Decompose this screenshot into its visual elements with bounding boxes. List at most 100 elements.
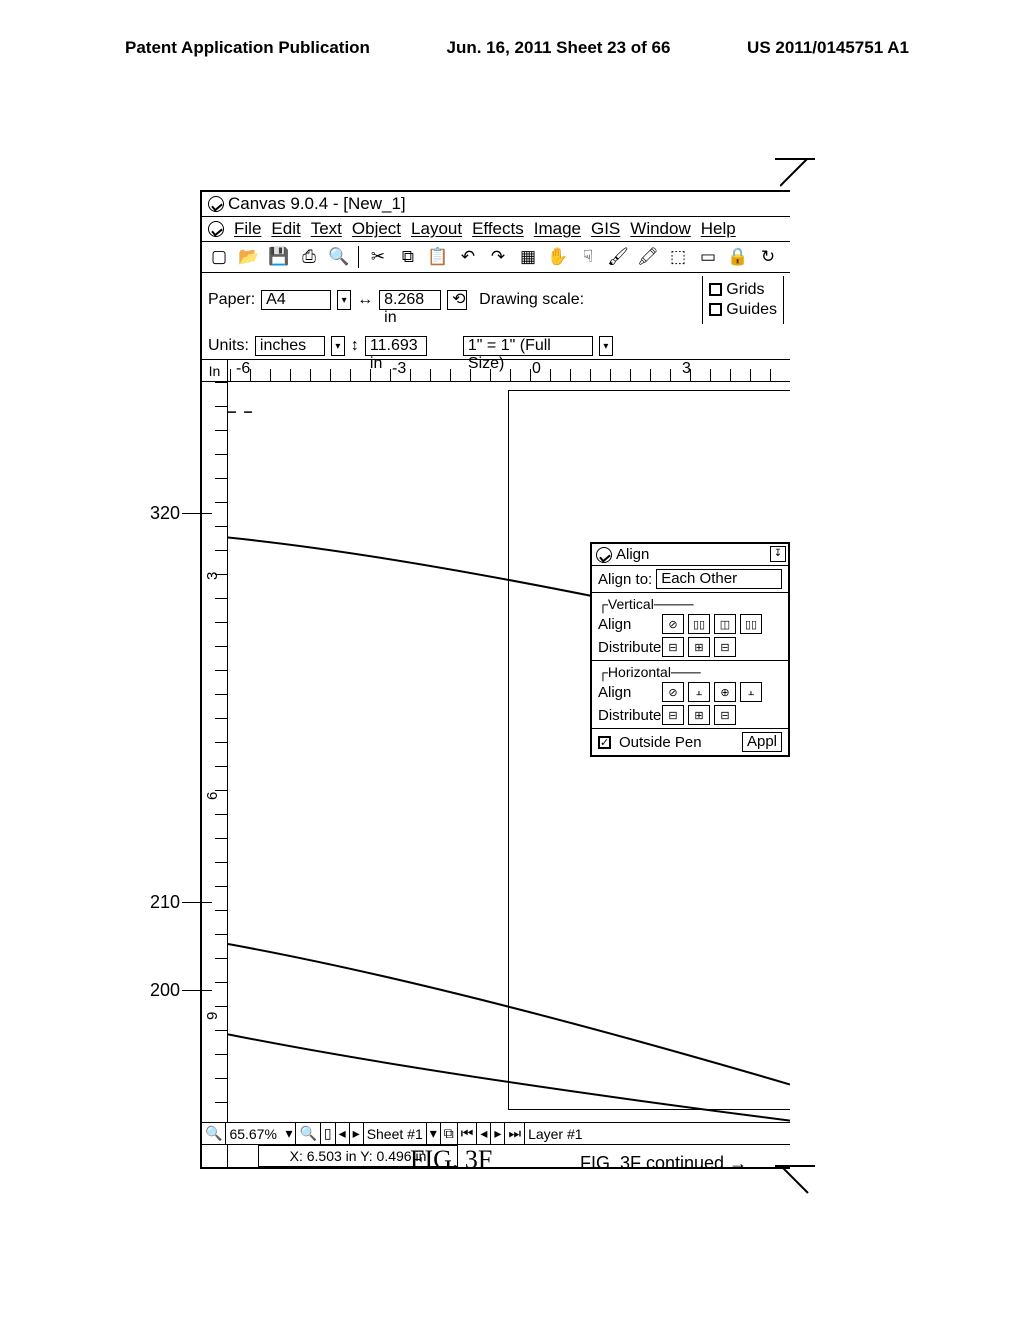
menu-window[interactable]: Window <box>630 219 690 239</box>
layer-tab[interactable]: Layer #1 <box>525 1123 585 1144</box>
zoom-in-icon[interactable]: 🔍 <box>296 1123 320 1144</box>
guides-checkbox[interactable] <box>709 303 722 316</box>
refresh-icon[interactable]: ↻ <box>757 246 779 268</box>
width-field[interactable]: 8.268 in <box>379 290 441 310</box>
menu-file[interactable]: File <box>234 219 261 239</box>
save-icon[interactable]: 💾 <box>268 246 290 268</box>
paste-icon[interactable]: 📋 <box>427 246 449 268</box>
v-align-left-icon[interactable]: ▯▯ <box>688 614 710 634</box>
layer-prev-icon[interactable]: ◂ <box>477 1123 491 1144</box>
hand-icon[interactable]: ✋ <box>547 246 569 268</box>
layer-last-icon[interactable]: ⏭ <box>505 1123 525 1144</box>
ruler-vertical[interactable]: 3 6 9 <box>202 382 228 1122</box>
undo-icon[interactable]: ↶ <box>457 246 479 268</box>
outside-pen-checkbox[interactable] <box>598 736 611 749</box>
h-dist-3-icon[interactable]: ⊟ <box>714 705 736 725</box>
h-dist-1-icon[interactable]: ⊟ <box>662 705 684 725</box>
menu-gis[interactable]: GIS <box>591 219 620 239</box>
figure-continued-text: FIG. 3F continued <box>580 1153 724 1173</box>
v-dist-1-icon[interactable]: ⊟ <box>662 637 684 657</box>
units-dropdown-icon[interactable]: ▾ <box>331 336 345 356</box>
v-dist-2-icon[interactable]: ⊞ <box>688 637 710 657</box>
new-icon[interactable]: ▢ <box>208 246 230 268</box>
v-align-label: Align <box>598 616 658 633</box>
scale-field[interactable]: 1" = 1" (Full Size) <box>463 336 593 356</box>
crop-mark-bottom <box>780 1165 810 1195</box>
v-align-right-icon[interactable]: ▯▯ <box>740 614 762 634</box>
doc-logo-icon <box>208 221 224 237</box>
h-align-label: Align <box>598 684 658 701</box>
zoom-out-icon[interactable]: 🔍 <box>202 1123 226 1144</box>
redo-icon[interactable]: ↷ <box>487 246 509 268</box>
menu-text[interactable]: Text <box>311 219 342 239</box>
cut-icon[interactable]: ✂ <box>367 246 389 268</box>
layer-icon[interactable]: ⧉ <box>441 1123 458 1144</box>
open-icon[interactable]: 📂 <box>238 246 260 268</box>
callout-200: 200 <box>150 980 180 1001</box>
sheet-prev-icon[interactable]: ◂ <box>336 1123 350 1144</box>
sheet-next-icon[interactable]: ▸ <box>350 1123 364 1144</box>
orientation-button[interactable]: ⟲ <box>447 290 467 310</box>
layer-first-icon[interactable]: ⏮ <box>458 1123 478 1144</box>
h-align-top-icon[interactable]: ⫠ <box>688 682 710 702</box>
brush-icon[interactable]: 🖍 <box>637 246 659 268</box>
pub-number: US 2011/0145751 A1 <box>747 38 909 58</box>
select-icon[interactable]: ⬚ <box>667 246 689 268</box>
grids-checkbox[interactable] <box>709 283 722 296</box>
preview-icon[interactable]: 🔍 <box>328 246 350 268</box>
apply-button[interactable]: Appl <box>742 732 782 752</box>
v-align-none-icon[interactable]: ⊘ <box>662 614 684 634</box>
canvas-area: 3 6 9 Align ↧ <box>202 382 790 1122</box>
align-panel-titlebar[interactable]: Align ↧ <box>592 544 788 566</box>
sheet-dropdown-icon[interactable]: ▾ <box>427 1123 441 1144</box>
menu-effects[interactable]: Effects <box>472 219 524 239</box>
pointer-icon[interactable]: ☟ <box>577 246 599 268</box>
date-sheet: Jun. 16, 2011 Sheet 23 of 66 <box>447 38 671 58</box>
h-align-middle-icon[interactable]: ⊕ <box>714 682 736 702</box>
menu-edit[interactable]: Edit <box>271 219 300 239</box>
ruler-v-mark-2: 6 <box>204 792 221 800</box>
scale-dropdown-icon[interactable]: ▾ <box>599 336 613 356</box>
menu-help[interactable]: Help <box>701 219 736 239</box>
print-icon[interactable]: ⎙ <box>298 246 320 268</box>
rect-icon[interactable]: ▭ <box>697 246 719 268</box>
v-dist-3-icon[interactable]: ⊟ <box>714 637 736 657</box>
v-align-center-icon[interactable]: ◫ <box>714 614 736 634</box>
horizontal-label: Horizontal <box>608 664 671 680</box>
status-spacer <box>202 1145 228 1167</box>
menu-layout[interactable]: Layout <box>411 219 462 239</box>
paper-dropdown-icon[interactable]: ▾ <box>337 290 351 310</box>
grid-icon[interactable]: ▦ <box>517 246 539 268</box>
layer-next-icon[interactable]: ▸ <box>491 1123 505 1144</box>
menu-object[interactable]: Object <box>352 219 401 239</box>
paint-icon[interactable]: 🖌 <box>607 246 629 268</box>
units-label: Units: <box>208 337 249 355</box>
main-toolbar: ▢ 📂 💾 ⎙ 🔍 ✂ ⧉ 📋 ↶ ↷ ▦ ✋ ☟ 🖌 🖍 ⬚ ▭ 🔒 ↻ <box>202 242 790 273</box>
align-panel: Align ↧ Align to: Each Other ┌Vertical──… <box>590 542 790 757</box>
drawing-canvas[interactable]: Align ↧ Align to: Each Other ┌Vertical──… <box>228 382 790 1122</box>
lock-icon[interactable]: 🔒 <box>727 246 749 268</box>
copy-icon[interactable]: ⧉ <box>397 246 419 268</box>
height-arrow-icon: ↕ <box>351 337 359 355</box>
ruler-horizontal[interactable]: In -6 -3 0 3 <box>202 360 790 382</box>
menu-image[interactable]: Image <box>534 219 581 239</box>
zoom-dropdown-icon[interactable]: ▾ <box>282 1123 296 1144</box>
outside-pen-label: Outside Pen <box>619 734 738 751</box>
patent-header: Patent Application Publication Jun. 16, … <box>0 38 1024 58</box>
align-panel-title: Align <box>616 546 649 563</box>
horizontal-group: ┌Horizontal─── Align ⊘ ⫠ ⊕ ⫠ Distribute … <box>592 661 788 729</box>
h-dist-2-icon[interactable]: ⊞ <box>688 705 710 725</box>
units-field[interactable]: inches <box>255 336 325 356</box>
align-panel-collapse-icon[interactable]: ↧ <box>770 546 786 562</box>
page-icon[interactable]: ▯ <box>321 1123 336 1144</box>
align-to-field[interactable]: Each Other <box>656 569 782 589</box>
h-align-none-icon[interactable]: ⊘ <box>662 682 684 702</box>
figure-continued: FIG. 3F continued → <box>580 1153 747 1174</box>
paper-field[interactable]: A4 <box>261 290 331 310</box>
height-field[interactable]: 11.693 in <box>365 336 427 356</box>
zoom-field[interactable]: 65.67% <box>226 1123 282 1144</box>
h-align-bottom-icon[interactable]: ⫠ <box>740 682 762 702</box>
crop-mark-top <box>780 158 810 188</box>
ruler-corner[interactable]: In <box>202 360 228 381</box>
sheet-tab[interactable]: Sheet #1 <box>364 1123 427 1144</box>
